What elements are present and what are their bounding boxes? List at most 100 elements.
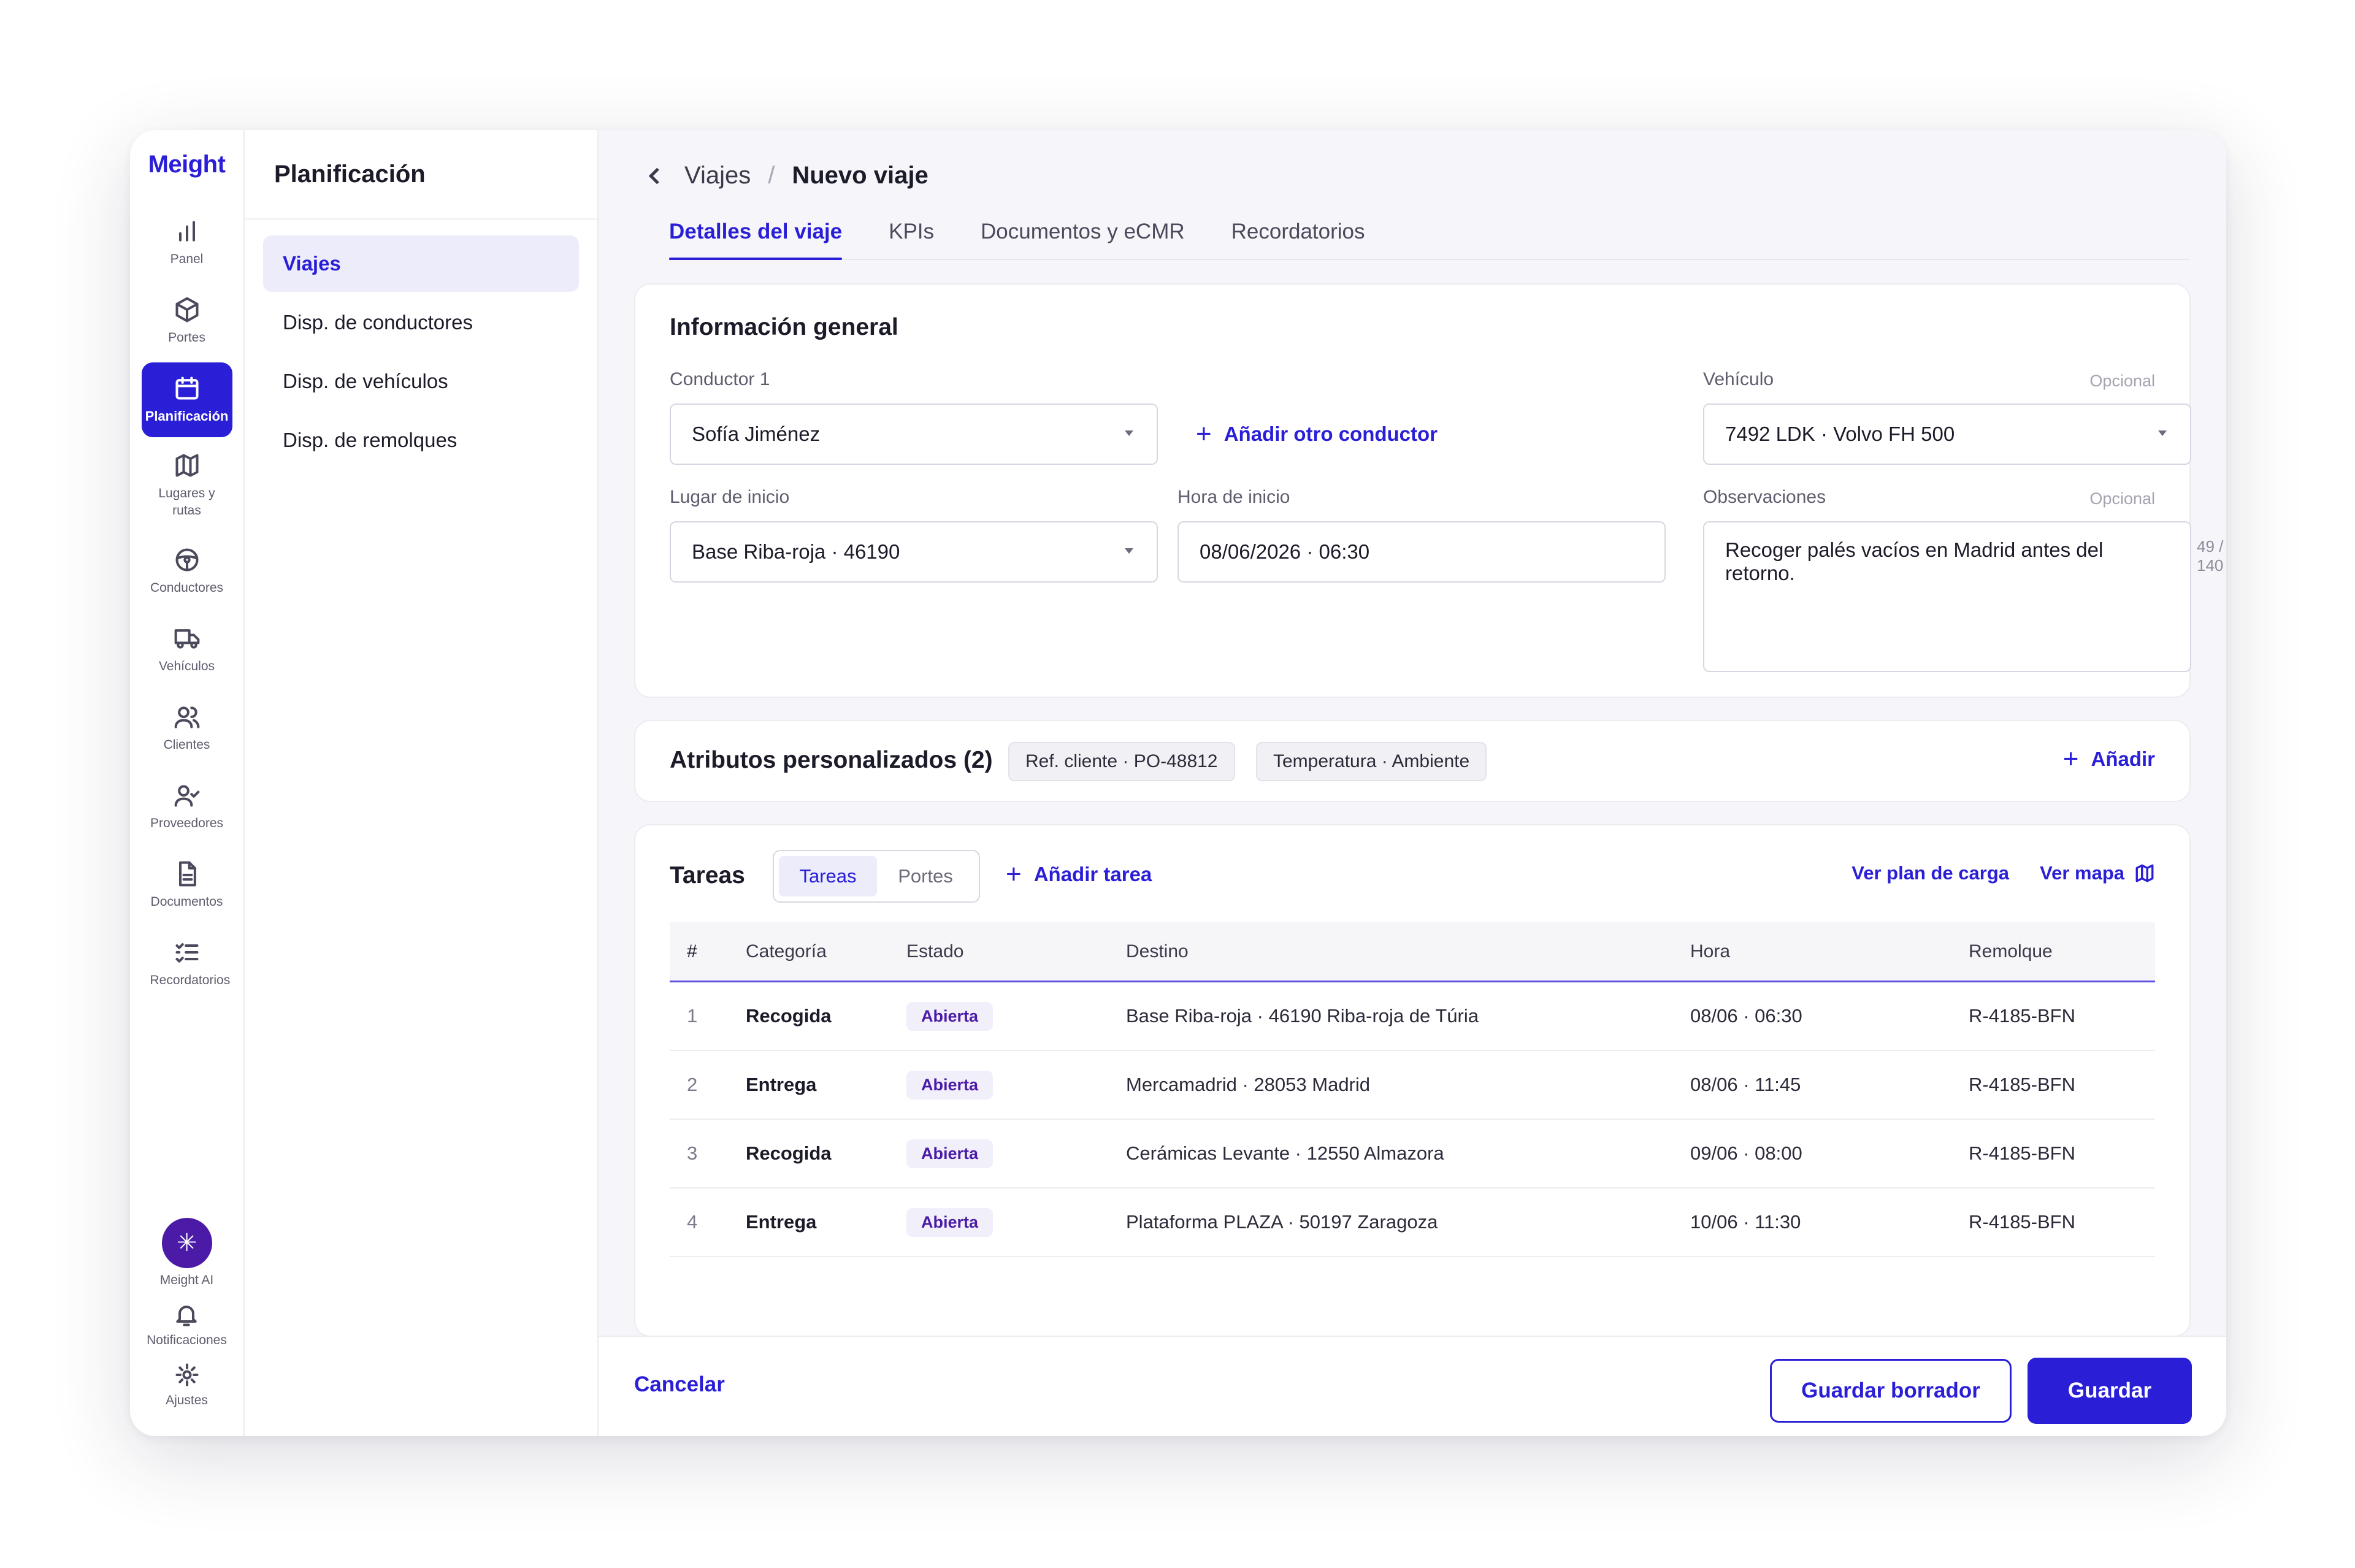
vehicle-value: 7492 LDK · Volvo FH 500 bbox=[1725, 423, 1955, 445]
plus-icon: + bbox=[2062, 744, 2079, 774]
breadcrumb-parent[interactable]: Viajes bbox=[684, 162, 751, 189]
notifications-button[interactable]: Notificaciones bbox=[147, 1301, 227, 1348]
users-icon bbox=[174, 706, 199, 729]
rail-item-label: Recordatorios bbox=[150, 973, 231, 987]
breadcrumb: Viajes / Nuevo viaje bbox=[643, 162, 929, 189]
rail-item-documentos[interactable]: Documentos bbox=[142, 848, 232, 923]
driver-value: Sofía Jiménez bbox=[692, 423, 821, 445]
row-destination: Mercamadrid · 28053 Madrid bbox=[1126, 1074, 1371, 1095]
start-place-select[interactable]: Base Riba-roja · 46190 bbox=[670, 521, 1158, 583]
notes-value: Recoger palés vacíos en Madrid antes del… bbox=[1725, 538, 2104, 584]
icon-rail: Meight Panel Portes Planificación Lugare… bbox=[130, 130, 245, 1436]
column-header-category[interactable]: Categoría bbox=[746, 941, 906, 962]
document-icon bbox=[178, 861, 196, 887]
column-header-number: # bbox=[687, 941, 697, 962]
rail-item-recordatorios[interactable]: Recordatorios bbox=[142, 927, 232, 1001]
add-attribute-button[interactable]: + Añadir bbox=[2063, 746, 2155, 773]
plus-icon: + bbox=[1006, 859, 1022, 889]
rail-item-lugares-rutas[interactable]: Lugares y rutas bbox=[142, 441, 232, 530]
tasks-segmented-control: Tareas Portes bbox=[773, 850, 980, 903]
row-number: 1 bbox=[687, 1005, 698, 1027]
table-header: # Categoría Estado Destino Hora Remolque bbox=[670, 922, 2155, 982]
tab-recordatorios[interactable]: Recordatorios bbox=[1231, 210, 1365, 259]
view-map-link[interactable]: Ver mapa bbox=[2040, 862, 2155, 884]
submenu-item-disp-conductores[interactable]: Disp. de conductores bbox=[263, 294, 579, 351]
load-plan-label: Ver plan de carga bbox=[1851, 862, 2009, 884]
tab-kpis[interactable]: KPIs bbox=[889, 210, 934, 259]
rail-item-proveedores[interactable]: Proveedores bbox=[142, 770, 232, 844]
row-status: Abierta bbox=[906, 1070, 1126, 1100]
start-time-value: 08/06/2026 · 06:30 bbox=[1200, 540, 1370, 563]
table-row[interactable]: 1 Recogida Abierta Base Riba-roja · 4619… bbox=[670, 982, 2155, 1051]
breadcrumb-separator: / bbox=[768, 162, 775, 189]
rail-item-panel[interactable]: Panel bbox=[142, 205, 232, 280]
driver-label: Conductor 1 bbox=[670, 369, 770, 389]
main-content: Viajes / Nuevo viaje Detalles del viaje … bbox=[599, 130, 2226, 1436]
custom-attributes-title: Atributos personalizados (2) bbox=[670, 747, 993, 773]
table-row[interactable]: 4 Entrega Abierta Plataforma PLAZA · 501… bbox=[670, 1188, 2155, 1257]
row-trailer: R-4185-BFN bbox=[1969, 1211, 2075, 1233]
rail-item-label: Documentos bbox=[150, 895, 223, 909]
driver-select[interactable]: Sofía Jiménez bbox=[670, 403, 1158, 465]
table-row[interactable]: 2 Entrega Abierta Mercamadrid · 28053 Ma… bbox=[670, 1051, 2155, 1120]
attribute-chip[interactable]: Temperatura · Ambiente bbox=[1256, 742, 1487, 781]
tab-bar: Detalles del viaje KPIs Documentos y eCM… bbox=[669, 210, 2189, 260]
notes-label: Observaciones bbox=[1703, 487, 1826, 507]
rail-item-conductores[interactable]: Conductores bbox=[142, 534, 232, 609]
save-draft-button[interactable]: Guardar borrador bbox=[1770, 1359, 2012, 1423]
rail-item-vehiculos[interactable]: Vehículos bbox=[142, 613, 232, 687]
attribute-chip[interactable]: Ref. cliente · PO-48812 bbox=[1008, 742, 1235, 781]
row-category: Entrega bbox=[746, 1074, 817, 1095]
save-button[interactable]: Guardar bbox=[2028, 1358, 2192, 1424]
load-plan-link[interactable]: Ver plan de carga bbox=[1851, 862, 2009, 884]
submenu-title: Planificación bbox=[245, 130, 597, 220]
map-icon bbox=[2135, 864, 2154, 882]
table-row[interactable]: 3 Recogida Abierta Cerámicas Levante · 1… bbox=[670, 1120, 2155, 1188]
vehicle-select[interactable]: 7492 LDK · Volvo FH 500 bbox=[1703, 403, 2191, 465]
add-attribute-label: Añadir bbox=[2091, 748, 2155, 770]
rail-item-clientes[interactable]: Clientes bbox=[142, 691, 232, 766]
tab-documentos-ecmr[interactable]: Documentos y eCMR bbox=[981, 210, 1185, 259]
column-header-status[interactable]: Estado bbox=[906, 941, 1126, 962]
breadcrumb-current: Nuevo viaje bbox=[792, 162, 929, 189]
row-time: 09/06 · 08:00 bbox=[1690, 1142, 1802, 1164]
submenu-item-viajes[interactable]: Viajes bbox=[263, 235, 579, 292]
cancel-button[interactable]: Cancelar bbox=[634, 1372, 725, 1397]
row-time: 10/06 · 11:30 bbox=[1690, 1211, 1801, 1233]
add-driver-label: Añadir otro conductor bbox=[1223, 423, 1438, 445]
tasks-title: Tareas bbox=[670, 862, 745, 889]
rail-item-planificacion[interactable]: Planificación bbox=[141, 362, 232, 437]
rail-item-portes[interactable]: Portes bbox=[142, 284, 232, 359]
row-trailer: R-4185-BFN bbox=[1969, 1142, 2075, 1164]
add-driver-button[interactable]: + Añadir otro conductor bbox=[1196, 421, 1438, 448]
back-chevron-icon[interactable] bbox=[643, 164, 667, 188]
column-header-time[interactable]: Hora bbox=[1690, 941, 1969, 962]
row-category: Recogida bbox=[746, 1142, 832, 1164]
notifications-label: Notificaciones bbox=[147, 1333, 227, 1347]
submenu-list: Viajes Disp. de conductores Disp. de veh… bbox=[245, 220, 597, 487]
rail-bottom: ✳ Meight AI Notificaciones Ajustes bbox=[130, 1214, 243, 1418]
notes-textarea[interactable]: Recoger palés vacíos en Madrid antes del… bbox=[1703, 521, 2191, 672]
row-destination: Cerámicas Levante · 12550 Almazora bbox=[1126, 1142, 1444, 1164]
add-task-label: Añadir tarea bbox=[1033, 863, 1152, 885]
start-time-label: Hora de inicio bbox=[1178, 487, 1290, 507]
settings-button[interactable]: Ajustes bbox=[166, 1361, 208, 1408]
action-footer: Cancelar Guardar borrador Guardar bbox=[599, 1336, 2226, 1436]
rail-item-label: Portes bbox=[168, 331, 205, 345]
calendar-icon bbox=[175, 377, 199, 400]
submenu: Planificación Viajes Disp. de conductore… bbox=[245, 130, 599, 1436]
start-time-input[interactable]: 08/06/2026 · 06:30 bbox=[1178, 521, 1666, 583]
meight-ai-button[interactable]: ✳ Meight AI bbox=[160, 1218, 213, 1288]
segment-tareas[interactable]: Tareas bbox=[779, 856, 877, 897]
add-task-button[interactable]: + Añadir tarea bbox=[1006, 861, 1152, 888]
tasks-table: # Categoría Estado Destino Hora Remolque… bbox=[670, 922, 2155, 1257]
column-header-destination[interactable]: Destino bbox=[1126, 941, 1690, 962]
submenu-item-disp-vehiculos[interactable]: Disp. de vehículos bbox=[263, 353, 579, 410]
segment-portes[interactable]: Portes bbox=[879, 856, 971, 897]
column-header-trailer[interactable]: Remolque bbox=[1969, 941, 2155, 962]
vehicle-optional: Opcional bbox=[2089, 372, 2155, 390]
submenu-item-disp-remolques[interactable]: Disp. de remolques bbox=[263, 412, 579, 468]
map-icon bbox=[175, 454, 199, 477]
tab-detalles-viaje[interactable]: Detalles del viaje bbox=[669, 210, 843, 260]
app-window: Meight Panel Portes Planificación Lugare… bbox=[130, 130, 2226, 1436]
